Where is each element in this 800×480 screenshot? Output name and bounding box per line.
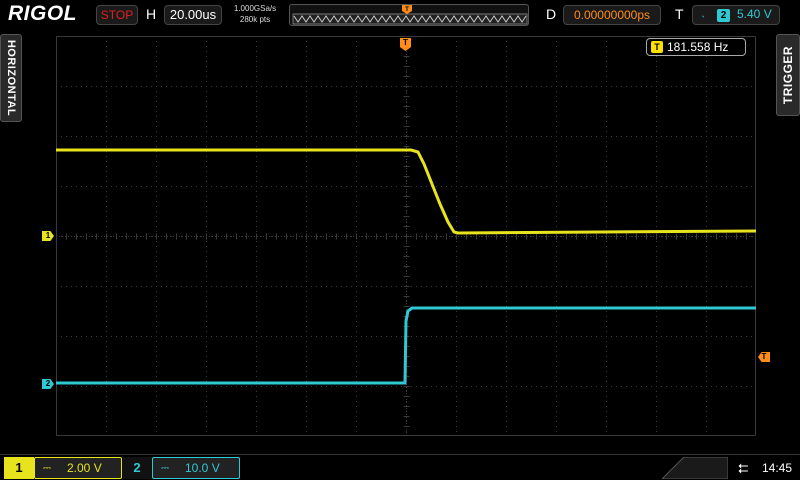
ch2-offset-marker[interactable]: 2 [42, 379, 54, 389]
channel-2-settings: ⎓ 10.0 V [152, 457, 240, 479]
horizontal-label: H [146, 6, 157, 22]
memory-depth: 280k pts [239, 15, 271, 24]
measurement-source-icon: T [651, 41, 663, 53]
trigger-label: T [675, 6, 684, 22]
channel-2-scale: 10.0 V [185, 461, 220, 475]
channel-status-bar: 1 ⎓ 2.00 V 2 ⎓ 10.0 V ⮄ 14:45 [0, 454, 800, 480]
frequency-value: 181.558 Hz [667, 40, 729, 54]
ch1-offset-marker[interactable]: 1 [42, 231, 54, 241]
status-divider-icon [662, 457, 728, 479]
acquisition-info: 1.000GSa/s 280k pts [230, 3, 280, 25]
trigger-level-value: 5.40 V [737, 7, 772, 21]
dc-coupling-icon: ⎓ [43, 463, 51, 474]
rising-edge-icon: ˴ [701, 8, 705, 22]
trigger-settings[interactable]: ˴ 2 5.40 V [692, 5, 780, 25]
ch1-waveform [56, 148, 756, 235]
channel-2-number: 2 [122, 457, 152, 479]
memory-waveform-icon: T [292, 5, 528, 25]
trigger-level-marker[interactable]: T [758, 352, 770, 362]
waveform-display[interactable] [56, 36, 756, 436]
usb-icon: ⮄ [738, 461, 749, 476]
channel-1-number: 1 [4, 457, 34, 479]
sample-rate: 1.000GSa/s [233, 4, 277, 13]
memory-overview-strip[interactable]: T [289, 4, 529, 26]
trigger-tab-label: TRIGGER [781, 45, 795, 105]
trigger-menu-tab[interactable]: TRIGGER [776, 34, 800, 116]
channel-1-scale: 2.00 V [67, 461, 102, 475]
memory-trigger-marker-label: T [405, 7, 409, 13]
horizontal-tab-label: HORIZONTAL [5, 39, 17, 117]
horizontal-menu-tab[interactable]: HORIZONTAL [0, 34, 22, 122]
channel-1-settings: ⎓ 2.00 V [34, 457, 122, 479]
top-status-bar: RIGOL STOP H 20.00us 1.000GSa/s 280k pts… [0, 0, 800, 32]
frequency-measurement[interactable]: T 181.558 Hz [646, 38, 746, 56]
trigger-source-badge: 2 [717, 9, 730, 22]
horizontal-delay-value[interactable]: 0.00000000ps [563, 5, 661, 25]
waveform-traces [56, 148, 756, 385]
timebase-value[interactable]: 20.00us [164, 5, 222, 25]
system-clock: 14:45 [762, 461, 793, 475]
ch2-waveform [56, 306, 756, 385]
brand-logo: RIGOL [8, 2, 77, 25]
dc-coupling-icon: ⎓ [161, 463, 169, 474]
delay-label: D [546, 6, 557, 22]
run-stop-indicator[interactable]: STOP [96, 5, 138, 25]
